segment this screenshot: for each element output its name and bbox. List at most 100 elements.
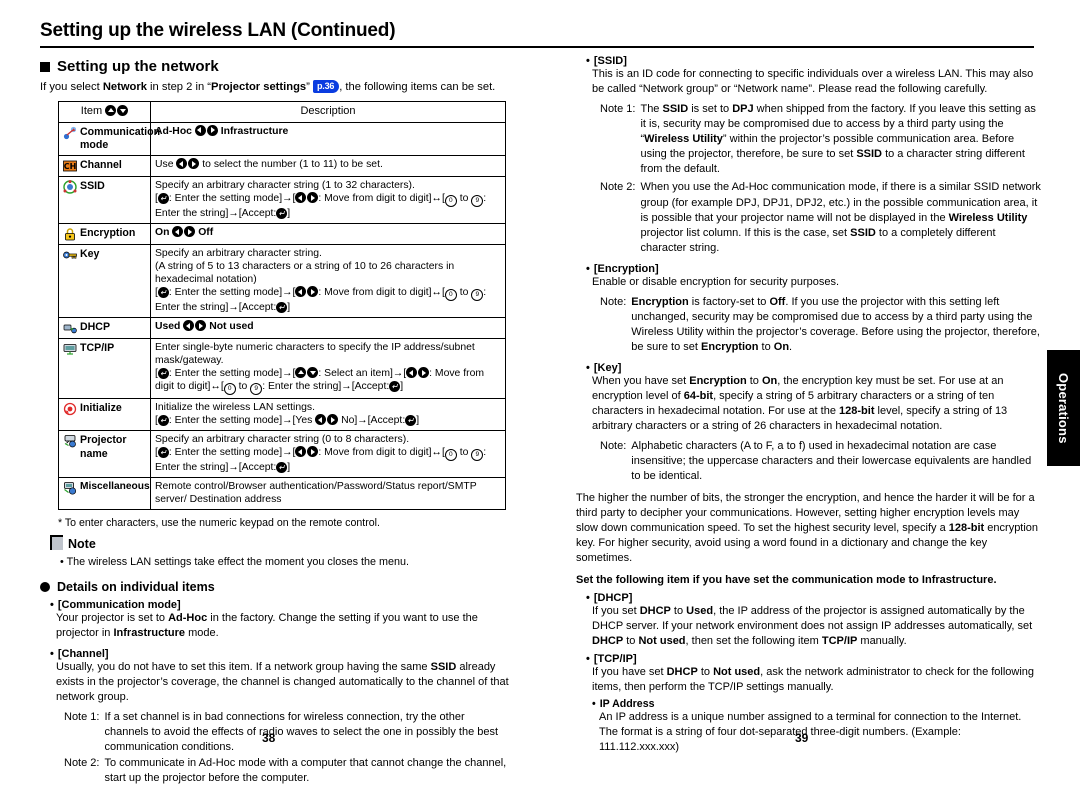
detail-ip-address: IP Address An IP address is a unique num… xyxy=(592,698,1042,755)
table-row: Projector name Specify an arbitrary char… xyxy=(58,430,506,479)
section-heading: Setting up the network xyxy=(40,58,510,75)
manual-page-spread: Setting up the wireless LAN (Continued) … xyxy=(0,0,1080,784)
table-row: Miscellaneous Remote control/Browser aut… xyxy=(58,477,506,511)
page-reference-badge[interactable]: p.36 xyxy=(312,80,340,94)
table-row: Initialize Initialize the wireless LAN s… xyxy=(58,398,506,432)
row-item-miscellaneous: Miscellaneous xyxy=(58,477,151,511)
ssid-note-2: Note 2: When you use the Ad-Hoc communic… xyxy=(600,181,1041,254)
row-item-label: SSID xyxy=(80,180,105,193)
table-header-item: Item xyxy=(58,101,151,123)
detail-body: Your projector is set to Ad-Hoc in the f… xyxy=(56,611,478,639)
row-item-label: Channel xyxy=(80,159,122,172)
intro-network-bold: Network xyxy=(102,81,147,93)
table-row: Communication mode Ad-Hoc Infrastructure xyxy=(58,121,506,157)
intro-projector-settings-bold: Projector settings xyxy=(211,81,307,93)
table-row: DHCP Used Not used xyxy=(58,317,506,340)
detail-dhcp: [DHCP] If you set DHCP to Used, the IP a… xyxy=(576,592,1042,649)
row-desc-ssid: Specify an arbitrary character string (1… xyxy=(150,176,506,225)
row-item-tcpip: TCP/IP xyxy=(58,338,151,400)
detail-header: [Channel] xyxy=(50,648,510,660)
key-icon xyxy=(63,248,77,262)
intro-text-3: ” xyxy=(306,81,313,93)
row-item-initialize: Initialize xyxy=(58,398,151,432)
right-page-column: [SSID] This is an ID code for connecting… xyxy=(576,55,1042,762)
page-number-right: 39 xyxy=(795,731,809,745)
detail-tcpip: [TCP/IP] If you have set DHCP to Not use… xyxy=(576,653,1042,755)
table-row: Encryption On Off xyxy=(58,223,506,246)
side-tab-operations[interactable]: Operations xyxy=(1047,350,1080,466)
details-heading: Details on individual items xyxy=(40,580,510,594)
title-divider xyxy=(40,46,1034,48)
row-item-label: DHCP xyxy=(80,321,111,334)
detail-header: [Key] xyxy=(586,362,1042,374)
row-item-key: Key xyxy=(58,244,151,319)
detail-header: [Communication mode] xyxy=(50,599,510,611)
table-row: CH Channel Use to select the number (1 t… xyxy=(58,155,506,178)
page-title: Setting up the wireless LAN (Continued) xyxy=(40,20,396,41)
miscellaneous-icon xyxy=(63,481,77,495)
infrastructure-lead: Set the following item if you have set t… xyxy=(576,573,997,586)
row-item-label: Key xyxy=(80,248,100,261)
detail-body: Usually, you do not have to set this ite… xyxy=(56,661,509,704)
encryption-lock-icon xyxy=(63,227,77,241)
row-item-label: Communication mode xyxy=(80,125,161,152)
encryption-note: Note: Encryption is factory-set to Off. … xyxy=(600,295,1040,353)
ssid-note-1: Note 1: The SSID is set to DPJ when ship… xyxy=(600,103,1036,176)
intro-paragraph: If you select Network in step 2 in “Proj… xyxy=(40,80,510,95)
detail-body: When you have set Encryption to On, the … xyxy=(592,375,1008,433)
intro-text-4: , the following items can be set. xyxy=(339,81,496,93)
detail-subheader: IP Address xyxy=(592,698,1042,710)
detail-key: [Key] When you have set Encryption to On… xyxy=(576,362,1042,566)
table-footnote: * To enter characters, use the numeric k… xyxy=(58,517,380,530)
tcpip-icon xyxy=(63,342,77,356)
details-heading-label: Details on individual items xyxy=(57,579,215,594)
initialize-icon xyxy=(63,402,77,416)
row-item-ssid: SSID xyxy=(58,176,151,225)
row-item-dhcp: DHCP xyxy=(58,317,151,340)
ssid-icon xyxy=(63,180,77,195)
row-item-encryption: Encryption xyxy=(58,223,151,246)
row-desc-initialize: Initialize the wireless LAN settings. [:… xyxy=(150,398,506,432)
row-item-label: Projector name xyxy=(80,434,127,460)
communication-mode-icon xyxy=(63,126,77,140)
detail-note-2: Note 2: To communicate in Ad-Hoc mode wi… xyxy=(64,757,507,785)
network-settings-table: Item Description Communication mode Ad-H… xyxy=(58,101,506,511)
detail-channel: [Channel] Usually, you do not have to se… xyxy=(40,648,510,787)
table-row: Key Specify an arbitrary character strin… xyxy=(58,244,506,319)
page-number-left: 38 xyxy=(262,731,276,745)
table-row: SSID Specify an arbitrary character stri… xyxy=(58,176,506,225)
detail-subbody: An IP address is a unique number assigne… xyxy=(599,711,1022,754)
key-note: Note: Alphabetic characters (A to F, a t… xyxy=(600,440,1032,483)
side-tab-label: Operations xyxy=(1056,372,1071,444)
row-desc-channel: Use to select the number (1 to 11) to be… xyxy=(150,155,506,178)
section-heading-label: Setting up the network xyxy=(57,58,219,75)
square-bullet-icon xyxy=(40,61,50,72)
detail-body: If you have set DHCP to Not used, ask th… xyxy=(592,666,1035,694)
detail-encryption: [Encryption] Enable or disable encryptio… xyxy=(576,263,1042,355)
row-item-channel: CH Channel xyxy=(58,155,151,178)
note-heading: Note xyxy=(50,535,510,551)
detail-body: Enable or disable encryption for securit… xyxy=(592,275,840,288)
note-heading-label: Note xyxy=(68,537,96,552)
projector-name-icon xyxy=(63,434,77,448)
detail-header: [Encryption] xyxy=(586,263,1042,275)
round-bullet-icon xyxy=(40,581,50,592)
row-item-projector-name: Projector name xyxy=(58,430,151,479)
detail-body: This is an ID code for connecting to spe… xyxy=(592,68,1034,96)
dhcp-icon xyxy=(63,321,77,335)
table-header-item-label: Item xyxy=(80,105,103,118)
detail-ssid: [SSID] This is an ID code for connecting… xyxy=(576,55,1042,256)
detail-header: [SSID] xyxy=(586,55,1042,67)
detail-communication-mode: [Communication mode] Your projector is s… xyxy=(40,599,510,641)
key-paragraph: The higher the number of bits, the stron… xyxy=(576,491,1039,564)
detail-header: [DHCP] xyxy=(586,592,1042,604)
row-desc-miscellaneous: Remote control/Browser authentication/Pa… xyxy=(150,477,506,511)
row-desc-projector-name: Specify an arbitrary character string (0… xyxy=(150,430,506,479)
intro-text-1: If you select xyxy=(40,81,103,93)
updown-nav-icons xyxy=(105,105,129,117)
intro-text-2: in step 2 in “ xyxy=(146,81,212,93)
row-desc-communication-mode: Ad-Hoc Infrastructure xyxy=(150,121,506,157)
table-header-description: Description xyxy=(150,101,506,123)
detail-body: If you set DHCP to Used, the IP address … xyxy=(592,604,1033,647)
detail-note-1: Note 1: If a set channel is in bad conne… xyxy=(64,711,499,754)
